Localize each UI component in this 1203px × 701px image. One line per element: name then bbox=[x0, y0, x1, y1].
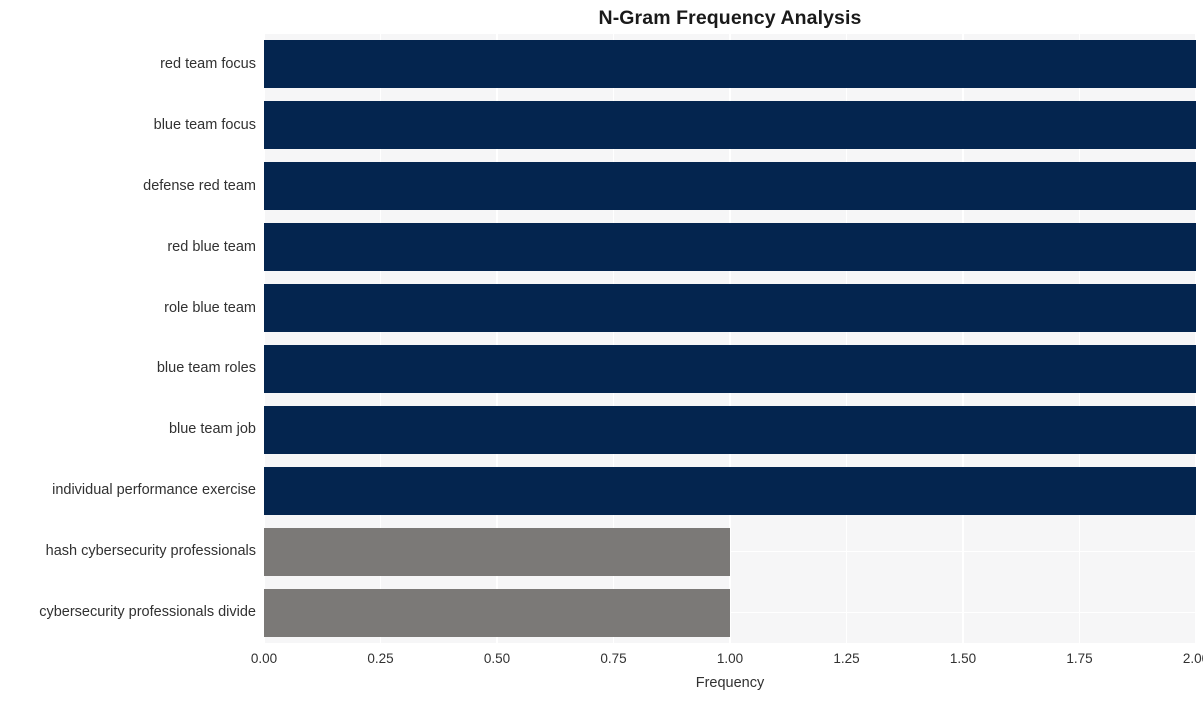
bar[interactable] bbox=[264, 162, 1196, 211]
y-axis-tick-label: red blue team bbox=[167, 238, 256, 255]
bar[interactable] bbox=[264, 588, 730, 637]
bar[interactable] bbox=[264, 466, 1196, 515]
x-axis-tick-labels: 0.00 0.25 0.50 0.75 1.00 1.25 1.50 1.75 2.00 bbox=[251, 650, 1203, 670]
x-axis-tick-label: 0.25 bbox=[367, 651, 394, 666]
x-axis-tick-label: 1.00 bbox=[716, 651, 744, 666]
y-axis-tick-label: role blue team bbox=[164, 299, 256, 316]
bar[interactable] bbox=[264, 101, 1196, 150]
x-axis-tick-label: 0.75 bbox=[600, 651, 627, 666]
x-axis-tick-label: 0.00 bbox=[250, 651, 278, 666]
y-axis-tick-label: individual performance exercise bbox=[52, 482, 256, 499]
y-axis-tick-label: red team focus bbox=[160, 55, 256, 72]
x-axis-tick-label: 2.00 bbox=[1182, 651, 1203, 666]
y-axis-tick-label: cybersecurity professionals divide bbox=[39, 604, 256, 621]
chart-figure: N-Gram Frequency Analysis red team focus… bbox=[0, 0, 1203, 701]
chart-title: N-Gram Frequency Analysis bbox=[598, 7, 862, 29]
y-axis-tick-label: blue team focus bbox=[153, 116, 256, 133]
y-axis-tick-label: blue team roles bbox=[156, 360, 256, 377]
bar[interactable] bbox=[264, 223, 1196, 272]
y-axis-tick-label: blue team job bbox=[168, 421, 256, 438]
bar[interactable] bbox=[264, 344, 1196, 393]
x-axis-tick-label: 0.50 bbox=[483, 651, 511, 666]
y-axis-tick-label: defense red team bbox=[143, 177, 256, 194]
bar[interactable] bbox=[264, 405, 1196, 454]
bar[interactable] bbox=[264, 284, 1196, 333]
x-axis-title: Frequency bbox=[695, 675, 765, 691]
x-axis-tick-label: 1.75 bbox=[1066, 651, 1093, 666]
x-axis-tick-label: 1.25 bbox=[833, 651, 860, 666]
y-axis-tick-label: hash cybersecurity professionals bbox=[45, 543, 256, 560]
plot-area bbox=[264, 34, 1196, 643]
x-axis-tick-label: 1.50 bbox=[949, 651, 977, 666]
y-axis-tick-labels: red team focus blue team focus defense red… bbox=[0, 34, 256, 643]
bar[interactable] bbox=[264, 527, 730, 576]
bar[interactable] bbox=[264, 40, 1196, 89]
